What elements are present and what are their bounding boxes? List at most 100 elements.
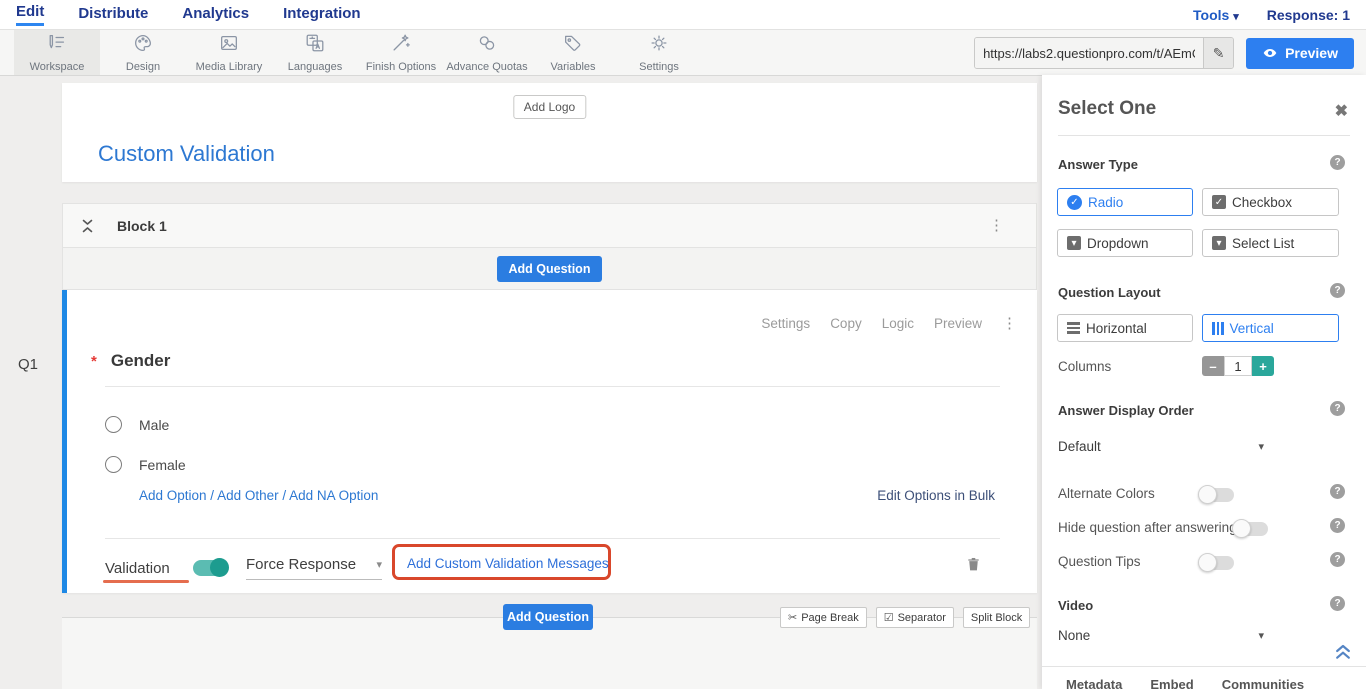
question-tips-label: Question Tips xyxy=(1058,554,1141,569)
columns-value[interactable]: 1 xyxy=(1224,356,1252,376)
layout-horizontal-button[interactable]: Horizontal xyxy=(1057,314,1193,342)
add-other-link[interactable]: Add Other xyxy=(217,488,279,503)
toolbar-item-advance-quotas[interactable]: Advance Quotas xyxy=(444,30,530,75)
toolbar-item-media-library[interactable]: Media Library xyxy=(186,30,272,75)
toggle-knob xyxy=(1232,519,1251,538)
toggle-knob xyxy=(210,558,229,577)
hide-question-after-answering-label: Hide question after answering xyxy=(1058,520,1237,535)
tab-metadata[interactable]: Metadata xyxy=(1066,677,1122,689)
validation-divider xyxy=(105,538,1000,539)
help-icon[interactable]: ? xyxy=(1330,401,1345,416)
close-icon[interactable]: ✖ xyxy=(1335,101,1348,121)
sidebar-bottom-tabs: Metadata Embed Communities xyxy=(1066,677,1304,689)
toolbar-item-label: Settings xyxy=(639,61,679,73)
top-nav: Edit Distribute Analytics Integration To… xyxy=(0,0,1366,29)
link-separator: / xyxy=(279,488,290,503)
columns-stepper: – 1 + xyxy=(1202,356,1274,376)
edit-url-button[interactable]: ✎ xyxy=(1203,38,1233,68)
page-break-button[interactable]: ✂Page Break xyxy=(780,607,867,628)
split-block-button[interactable]: Split Block xyxy=(963,607,1030,628)
gear-icon xyxy=(648,32,670,59)
help-icon[interactable]: ? xyxy=(1330,518,1345,533)
toolbar-item-design[interactable]: Design xyxy=(100,30,186,75)
video-select[interactable]: None ▾ xyxy=(1058,628,1264,643)
question-copy-link[interactable]: Copy xyxy=(830,316,862,331)
add-question-button-bottom[interactable]: Add Question xyxy=(503,604,593,630)
help-icon[interactable]: ? xyxy=(1330,283,1345,298)
chevron-down-icon: ▾ xyxy=(1258,629,1264,642)
option-label[interactable]: Female xyxy=(139,457,186,473)
toolbar-item-variables[interactable]: Variables xyxy=(530,30,616,75)
survey-url-input[interactable] xyxy=(975,38,1203,68)
nav-tab-edit[interactable]: Edit xyxy=(16,3,44,26)
help-icon[interactable]: ? xyxy=(1330,596,1345,611)
answer-option-female[interactable]: Female xyxy=(105,456,186,473)
required-asterisk: * xyxy=(91,353,97,370)
help-icon[interactable]: ? xyxy=(1330,552,1345,567)
scissors-icon: ✂ xyxy=(788,611,797,624)
block-menu-icon[interactable]: ⋮ xyxy=(989,218,1004,233)
add-option-link[interactable]: Add Option xyxy=(139,488,207,503)
tab-communities[interactable]: Communities xyxy=(1222,677,1304,689)
delete-question-button[interactable] xyxy=(965,554,982,579)
question-title[interactable]: Gender xyxy=(111,351,171,371)
force-response-select[interactable]: Force Response ▾ xyxy=(246,556,382,580)
answer-type-checkbox-button[interactable]: ✓Checkbox xyxy=(1202,188,1339,216)
chevron-down-icon: ▾ xyxy=(376,558,382,571)
answer-display-order-select[interactable]: Default ▾ xyxy=(1058,439,1264,454)
toolbar-item-label: Workspace xyxy=(30,61,85,73)
toolbar-item-finish-options[interactable]: Finish Options xyxy=(358,30,444,75)
separator-button[interactable]: ☑Separator xyxy=(876,607,954,628)
columns-label: Columns xyxy=(1058,359,1111,374)
survey-title[interactable]: Custom Validation xyxy=(98,141,275,167)
columns-decrease-button[interactable]: – xyxy=(1202,356,1224,376)
answer-type-select-list-button[interactable]: ▾Select List xyxy=(1202,229,1339,257)
columns-increase-button[interactable]: + xyxy=(1252,356,1274,376)
response-count[interactable]: Response: 1 xyxy=(1267,7,1350,23)
question-toolbar: Settings Copy Logic Preview ⋮ xyxy=(761,316,1017,331)
help-icon[interactable]: ? xyxy=(1330,155,1345,170)
answer-type-label: Answer Type xyxy=(1058,157,1138,172)
question-settings-sidebar: Select One ✖ Answer Type ? ✓Radio ✓Check… xyxy=(1042,75,1366,689)
edit-options-in-bulk-link[interactable]: Edit Options in Bulk xyxy=(877,488,995,503)
option-label[interactable]: Male xyxy=(139,417,169,433)
questionpro-editor: Edit Distribute Analytics Integration To… xyxy=(0,0,1366,689)
hide-question-after-answering-toggle[interactable] xyxy=(1234,522,1268,536)
link-separator: / xyxy=(207,488,218,503)
question-tips-toggle[interactable] xyxy=(1200,556,1234,570)
answer-type-dropdown-button[interactable]: ▾Dropdown xyxy=(1057,229,1193,257)
block-title[interactable]: Block 1 xyxy=(117,218,167,234)
toolbar-item-workspace[interactable]: Workspace xyxy=(14,30,100,75)
alternate-colors-toggle[interactable] xyxy=(1200,488,1234,502)
toolbar-item-label: Design xyxy=(126,61,160,73)
question-preview-link[interactable]: Preview xyxy=(934,316,982,331)
tab-embed[interactable]: Embed xyxy=(1150,677,1193,689)
layout-vertical-button[interactable]: Vertical xyxy=(1202,314,1339,342)
collapse-block-icon[interactable] xyxy=(81,218,94,234)
question-logic-link[interactable]: Logic xyxy=(882,316,914,331)
help-icon[interactable]: ? xyxy=(1330,484,1345,499)
answer-option-male[interactable]: Male xyxy=(105,416,169,433)
toolbar-item-settings[interactable]: Settings xyxy=(616,30,702,75)
preview-button[interactable]: Preview xyxy=(1246,38,1354,69)
toolbar-item-languages[interactable]: Languages xyxy=(272,30,358,75)
validation-toggle[interactable] xyxy=(193,560,227,576)
scroll-to-top-icon[interactable] xyxy=(1333,641,1353,666)
wand-icon xyxy=(390,32,412,59)
answer-type-radio-button[interactable]: ✓Radio xyxy=(1057,188,1193,216)
question-menu-icon[interactable]: ⋮ xyxy=(1002,316,1017,331)
radio-icon[interactable] xyxy=(105,416,122,433)
nav-tab-analytics[interactable]: Analytics xyxy=(182,5,249,25)
pencil-icon: ✎ xyxy=(1213,45,1225,62)
palette-icon xyxy=(132,32,154,59)
nav-tab-integration[interactable]: Integration xyxy=(283,5,361,25)
tools-dropdown[interactable]: Tools ▾ xyxy=(1193,7,1239,23)
add-question-button-top[interactable]: Add Question xyxy=(497,256,603,282)
question-settings-link[interactable]: Settings xyxy=(761,316,810,331)
add-logo-button[interactable]: Add Logo xyxy=(513,95,586,119)
add-custom-validation-messages-link[interactable]: Add Custom Validation Messages xyxy=(407,556,609,571)
add-na-option-link[interactable]: Add NA Option xyxy=(289,488,378,503)
toolbar-item-label: Variables xyxy=(550,61,595,73)
radio-icon[interactable] xyxy=(105,456,122,473)
nav-tab-distribute[interactable]: Distribute xyxy=(78,5,148,25)
